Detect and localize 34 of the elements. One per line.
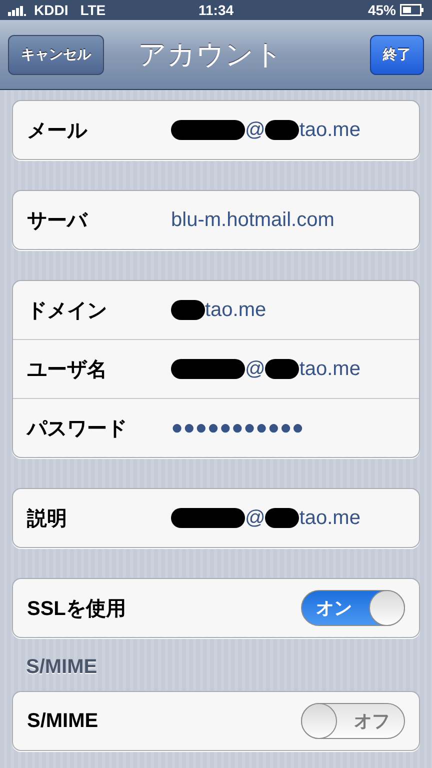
row-value: tao.me — [299, 506, 360, 530]
row-value: tao.me — [299, 118, 360, 142]
row-label: ユーザ名 — [27, 358, 108, 382]
row-value: ●●●●●●●●●●● — [171, 416, 304, 440]
screen-title: アカウント — [137, 38, 284, 72]
redaction-mark — [265, 120, 300, 140]
row-value: blu-m.hotmail.com — [171, 208, 334, 232]
row-value: @ — [245, 506, 266, 530]
battery-icon — [400, 4, 424, 16]
row-value: @ — [245, 358, 266, 380]
redaction-mark — [265, 359, 300, 379]
row-label: パスワード — [27, 416, 128, 442]
toggle-switch[interactable]: オフ — [301, 703, 405, 739]
done-button[interactable]: 終了 — [370, 34, 424, 74]
toggle-switch[interactable]: オン — [301, 590, 405, 626]
battery-percent: 45% — [368, 2, 396, 18]
row-label: SSLを使用 — [27, 596, 127, 622]
row-label: 説明 — [27, 506, 68, 532]
row-value: tao.me — [299, 358, 360, 380]
row-value: tao.me — [205, 298, 266, 322]
cancel-button[interactable]: キャンセル — [8, 34, 104, 74]
network-type: LTE — [80, 2, 106, 18]
section-header: S/MIME — [25, 656, 98, 679]
row-label: S/MIME — [27, 710, 100, 732]
row-value: @ — [245, 118, 266, 142]
redaction-mark — [265, 508, 300, 528]
row-label: ドメイン — [27, 298, 108, 324]
carrier-name: KDDI — [34, 2, 68, 18]
clock-time: 11:34 — [198, 2, 234, 18]
row-label: メール — [27, 118, 88, 144]
redaction-mark — [171, 300, 205, 320]
switch-label: オフ — [354, 710, 390, 733]
switch-label: オン — [316, 597, 352, 620]
row-label: サーバ — [27, 208, 89, 234]
